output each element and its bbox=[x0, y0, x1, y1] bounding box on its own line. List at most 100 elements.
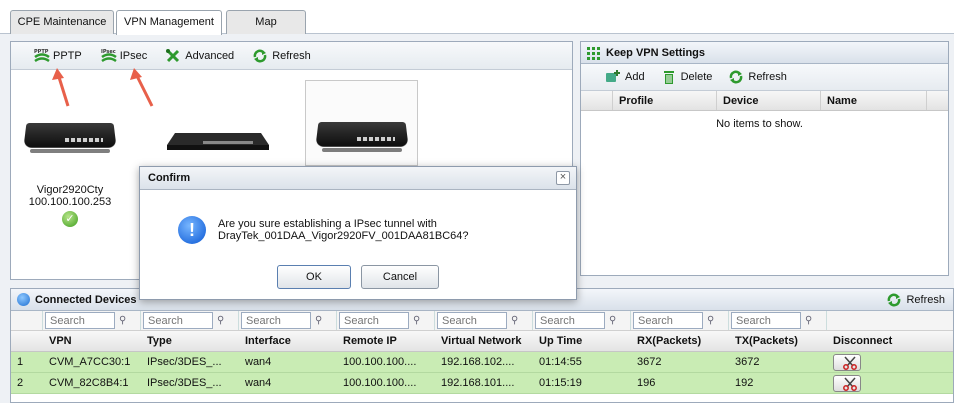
column-virtual-network[interactable]: Virtual Network bbox=[435, 331, 533, 351]
globe-icon bbox=[17, 293, 30, 306]
add-button[interactable]: Add bbox=[605, 69, 645, 85]
cell-tx: 3672 bbox=[735, 356, 760, 368]
pptp-icon: PPTP bbox=[33, 48, 50, 64]
cell-interface: wan4 bbox=[245, 356, 272, 368]
filter-icon[interactable]: ⚲ bbox=[315, 315, 329, 327]
scissors-icon bbox=[843, 356, 857, 370]
cell-rx: 3672 bbox=[637, 356, 662, 368]
search-input-interface[interactable] bbox=[241, 312, 311, 329]
disconnect-button[interactable] bbox=[833, 375, 861, 392]
tab-map[interactable]: Map bbox=[226, 10, 306, 34]
cell-vpn: CVM_82C8B4:1 bbox=[49, 377, 129, 389]
row-number: 1 bbox=[17, 356, 24, 368]
connected-refresh-label: Refresh bbox=[906, 293, 945, 306]
connected-refresh-button[interactable]: Refresh bbox=[886, 289, 945, 311]
connected-devices-panel: Connected Devices Refresh ⚲ ⚲ ⚲ ⚲ ⚲ ⚲ ⚲ … bbox=[10, 288, 954, 403]
column-rx[interactable]: RX(Packets) bbox=[631, 331, 729, 351]
refresh-icon bbox=[252, 48, 268, 64]
pptp-button[interactable]: PPTP PPTP bbox=[33, 48, 82, 64]
router-icon bbox=[20, 116, 120, 156]
search-input-remote-ip[interactable] bbox=[339, 312, 409, 329]
keep-vpn-header: Keep VPN Settings bbox=[581, 42, 948, 64]
search-input-rx[interactable] bbox=[633, 312, 703, 329]
ipsec-button[interactable]: IPsec IPsec bbox=[100, 48, 148, 64]
column-up-time[interactable]: Up Time bbox=[533, 331, 631, 351]
confirm-dialog: Confirm × ! Are you sure establishing a … bbox=[139, 166, 577, 300]
column-name[interactable]: Name bbox=[821, 91, 927, 110]
search-input-virtual-network[interactable] bbox=[437, 312, 507, 329]
column-type[interactable]: Type bbox=[141, 331, 239, 351]
tab-vpn-management[interactable]: VPN Management bbox=[116, 10, 222, 35]
cell-rx: 196 bbox=[637, 377, 656, 389]
pptp-label: PPTP bbox=[53, 49, 82, 62]
column-vpn[interactable]: VPN bbox=[43, 331, 141, 351]
tools-icon bbox=[165, 48, 181, 64]
ok-button[interactable]: OK bbox=[277, 265, 351, 289]
router-icon bbox=[312, 115, 412, 155]
filter-icon[interactable]: ⚲ bbox=[805, 315, 819, 327]
delete-label: Delete bbox=[680, 71, 713, 83]
filter-icon[interactable]: ⚲ bbox=[217, 315, 231, 327]
keep-vpn-panel: Keep VPN Settings Add Delete Refresh Pro… bbox=[580, 41, 949, 276]
refresh-button[interactable]: Refresh bbox=[252, 48, 311, 64]
keep-vpn-column-header: Profile Device Name bbox=[581, 91, 948, 111]
dialog-title: Confirm bbox=[148, 172, 191, 184]
device-ip: 100.100.100.253 bbox=[28, 196, 112, 208]
filter-icon[interactable]: ⚲ bbox=[119, 315, 133, 327]
column-profile[interactable]: Profile bbox=[613, 91, 717, 110]
search-input-type[interactable] bbox=[143, 312, 213, 329]
delete-button[interactable]: Delete bbox=[661, 69, 713, 85]
cell-remote-ip: 100.100.100.... bbox=[343, 356, 417, 368]
cell-type: IPsec/3DES_... bbox=[147, 377, 222, 389]
column-interface[interactable]: Interface bbox=[239, 331, 337, 351]
cell-virtual-network: 192.168.101.... bbox=[441, 377, 515, 389]
device-card[interactable]: Vigor2920Cty 100.100.100.253 ✓ bbox=[20, 116, 120, 227]
annotation-arrows bbox=[52, 68, 154, 107]
trash-icon bbox=[661, 69, 677, 85]
keep-vpn-title: Keep VPN Settings bbox=[606, 46, 706, 59]
info-icon: ! bbox=[178, 216, 206, 244]
search-input-tx[interactable] bbox=[731, 312, 801, 329]
column-disconnect[interactable]: Disconnect bbox=[827, 331, 925, 351]
refresh-icon bbox=[886, 292, 902, 308]
tab-cpe-maintenance[interactable]: CPE Maintenance bbox=[10, 10, 114, 34]
refresh-icon bbox=[728, 69, 744, 85]
row-number: 2 bbox=[17, 377, 24, 389]
cell-type: IPsec/3DES_... bbox=[147, 356, 222, 368]
router-icon[interactable] bbox=[163, 125, 273, 155]
filter-icon[interactable]: ⚲ bbox=[609, 315, 623, 327]
empty-message: No items to show. bbox=[716, 118, 803, 130]
keep-vpn-toolbar: Add Delete Refresh bbox=[581, 64, 948, 91]
search-input-vpn[interactable] bbox=[45, 312, 115, 329]
keep-vpn-refresh-button[interactable]: Refresh bbox=[728, 69, 787, 85]
cell-vpn: CVM_A7CC30:1 bbox=[49, 356, 131, 368]
filter-icon[interactable]: ⚲ bbox=[511, 315, 525, 327]
search-input-up-time[interactable] bbox=[535, 312, 605, 329]
cell-up-time: 01:14:55 bbox=[539, 356, 582, 368]
filter-icon[interactable]: ⚲ bbox=[707, 315, 721, 327]
column-tx[interactable]: TX(Packets) bbox=[729, 331, 827, 351]
dialog-header: Confirm × bbox=[140, 167, 576, 190]
disconnect-button[interactable] bbox=[833, 354, 861, 371]
keep-vpn-refresh-label: Refresh bbox=[748, 71, 787, 83]
table-row[interactable]: 1 CVM_A7CC30:1 IPsec/3DES_... wan4 100.1… bbox=[11, 352, 953, 373]
filter-icon[interactable]: ⚲ bbox=[413, 315, 427, 327]
close-icon[interactable]: × bbox=[556, 171, 570, 185]
ipsec-icon: IPsec bbox=[100, 48, 117, 64]
add-label: Add bbox=[625, 71, 645, 83]
dialog-message-line1: Are you sure establishing a IPsec tunnel… bbox=[218, 218, 437, 230]
cell-tx: 192 bbox=[735, 377, 754, 389]
column-device[interactable]: Device bbox=[717, 91, 821, 110]
table-row[interactable]: 2 CVM_82C8B4:1 IPsec/3DES_... wan4 100.1… bbox=[11, 373, 953, 394]
check-icon: ✓ bbox=[62, 211, 78, 227]
advanced-button[interactable]: Advanced bbox=[165, 48, 234, 64]
cancel-button[interactable]: Cancel bbox=[361, 265, 439, 289]
add-icon bbox=[605, 69, 621, 85]
cell-interface: wan4 bbox=[245, 377, 272, 389]
cell-virtual-network: 192.168.102.... bbox=[441, 356, 515, 368]
scissors-icon bbox=[843, 377, 857, 391]
column-remote-ip[interactable]: Remote IP bbox=[337, 331, 435, 351]
device-card-selected[interactable] bbox=[305, 80, 418, 166]
grid-icon bbox=[587, 46, 601, 60]
ipsec-label: IPsec bbox=[119, 49, 148, 62]
